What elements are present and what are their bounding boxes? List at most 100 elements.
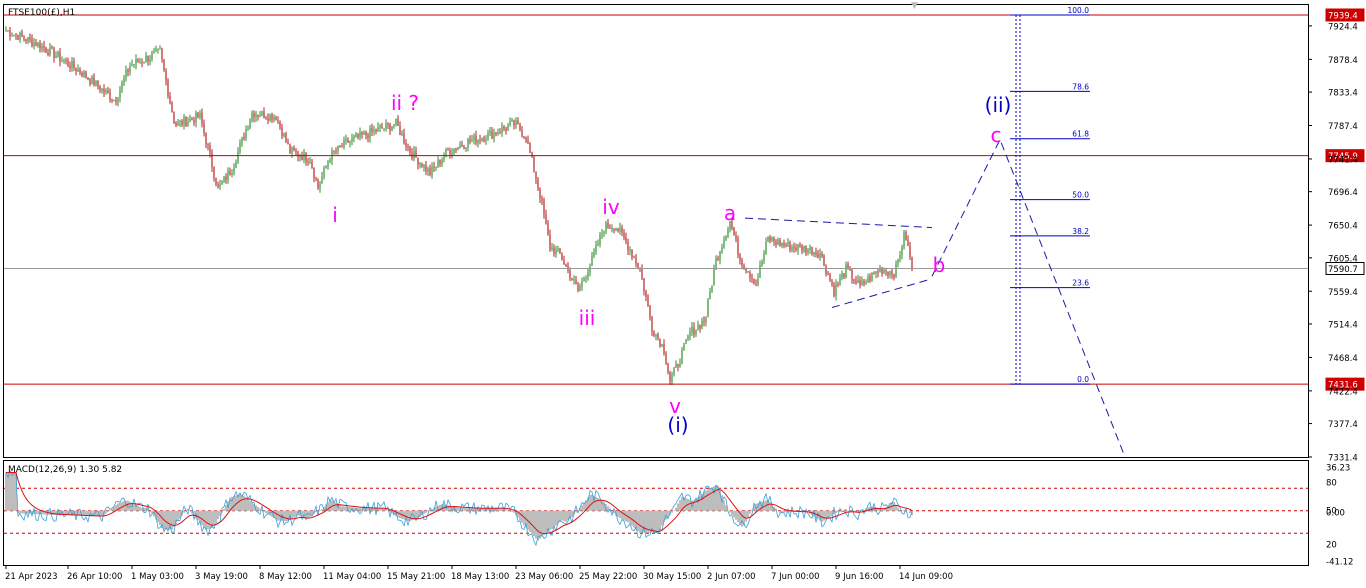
macd-bar	[343, 506, 345, 511]
macd-bar	[749, 510, 751, 514]
candle-body	[759, 265, 761, 278]
macd-bar	[595, 496, 597, 511]
macd-bar	[13, 472, 15, 511]
candle-body	[735, 235, 737, 239]
candle-body	[851, 269, 853, 280]
macd-bar	[725, 505, 727, 511]
candle-body	[531, 152, 533, 157]
candle-body	[707, 299, 709, 317]
macd-bar	[823, 510, 825, 521]
candle-body	[821, 253, 823, 257]
candle-body	[31, 39, 33, 46]
candle-body	[325, 166, 327, 168]
candle-body	[229, 171, 231, 175]
candle-body	[693, 327, 695, 335]
wave-label: c	[991, 123, 1002, 147]
candle-body	[441, 160, 443, 165]
candle-body	[815, 252, 817, 254]
y-tick-label: 7422.4	[1328, 387, 1358, 397]
candle-body	[663, 344, 665, 354]
macd-bar	[551, 510, 553, 530]
candle-body	[241, 137, 243, 143]
macd-bar	[165, 510, 167, 530]
wave-label: (i)	[667, 413, 688, 437]
candle-body	[675, 364, 677, 368]
macd-bar	[505, 509, 507, 511]
candle-body	[897, 259, 899, 264]
candle-body	[155, 49, 157, 52]
macd-bar	[565, 510, 567, 522]
macd-bar	[571, 510, 573, 518]
candle-body	[543, 201, 545, 215]
macd-bar	[657, 510, 659, 534]
candle-body	[691, 327, 693, 333]
candle-body	[113, 100, 115, 102]
candle-body	[199, 112, 201, 118]
candle-body	[835, 284, 837, 296]
candle-body	[669, 372, 671, 382]
candle-body	[463, 146, 465, 149]
candle-body	[787, 242, 789, 247]
candle-body	[383, 128, 385, 130]
candle-body	[479, 139, 481, 141]
candle-body	[855, 280, 857, 283]
candle-body	[481, 138, 483, 141]
candle-body	[381, 126, 383, 129]
x-tick-label: 18 May 13:00	[451, 572, 509, 582]
candle-body	[581, 280, 583, 287]
candle-body	[439, 159, 441, 165]
candle-body	[565, 264, 567, 267]
macd-bar	[779, 510, 781, 513]
candle-body	[585, 277, 587, 279]
candle-body	[573, 279, 575, 281]
candle-body	[477, 139, 479, 144]
macd-bar	[653, 510, 655, 533]
candle-body	[429, 168, 431, 176]
candle-body	[459, 145, 461, 148]
main-pane[interactable]	[3, 4, 1309, 458]
candle-body	[141, 61, 143, 63]
candle-body	[151, 53, 153, 60]
candle-body	[299, 156, 301, 158]
candle-body	[25, 39, 27, 42]
macd-bar	[239, 494, 241, 511]
macd-bar	[845, 508, 847, 511]
candle-body	[461, 145, 463, 147]
macd-bar	[699, 495, 701, 511]
candle-body	[839, 277, 841, 285]
candle-body	[211, 152, 213, 168]
macd-bar	[293, 510, 295, 518]
candle-body	[183, 117, 185, 125]
macd-y-tick-label: 36.23	[1326, 464, 1350, 474]
collapse-arrow-icon[interactable]: ▼	[911, 1, 918, 11]
candle-body	[497, 132, 499, 135]
macd-bar	[513, 510, 515, 513]
x-tick-label: 21 Apr 2023	[5, 572, 58, 582]
wave-label: (ii)	[985, 93, 1012, 117]
macd-bar	[11, 472, 13, 511]
candle-body	[109, 92, 111, 100]
candle-body	[909, 245, 911, 258]
candle-body	[785, 245, 787, 247]
fib-level-label: 23.6	[1072, 279, 1089, 288]
candle-body	[433, 166, 435, 168]
candle-body	[295, 150, 297, 152]
candle-body	[179, 120, 181, 123]
candle-body	[631, 249, 633, 257]
candle-body	[825, 265, 827, 275]
candle-body	[95, 80, 97, 86]
candle-body	[351, 138, 353, 142]
macd-bar	[531, 510, 533, 535]
macd-bar	[711, 487, 713, 511]
candle-body	[667, 363, 669, 373]
candle-body	[307, 161, 309, 163]
x-tick-label: 26 Apr 10:00	[67, 572, 122, 582]
candle-body	[63, 60, 65, 62]
candle-body	[529, 142, 531, 153]
candle-body	[367, 135, 369, 139]
wave-label: iii	[579, 306, 596, 330]
candle-body	[805, 246, 807, 253]
macd-bar	[511, 510, 513, 512]
candle-body	[173, 111, 175, 124]
candle-body	[305, 152, 307, 162]
